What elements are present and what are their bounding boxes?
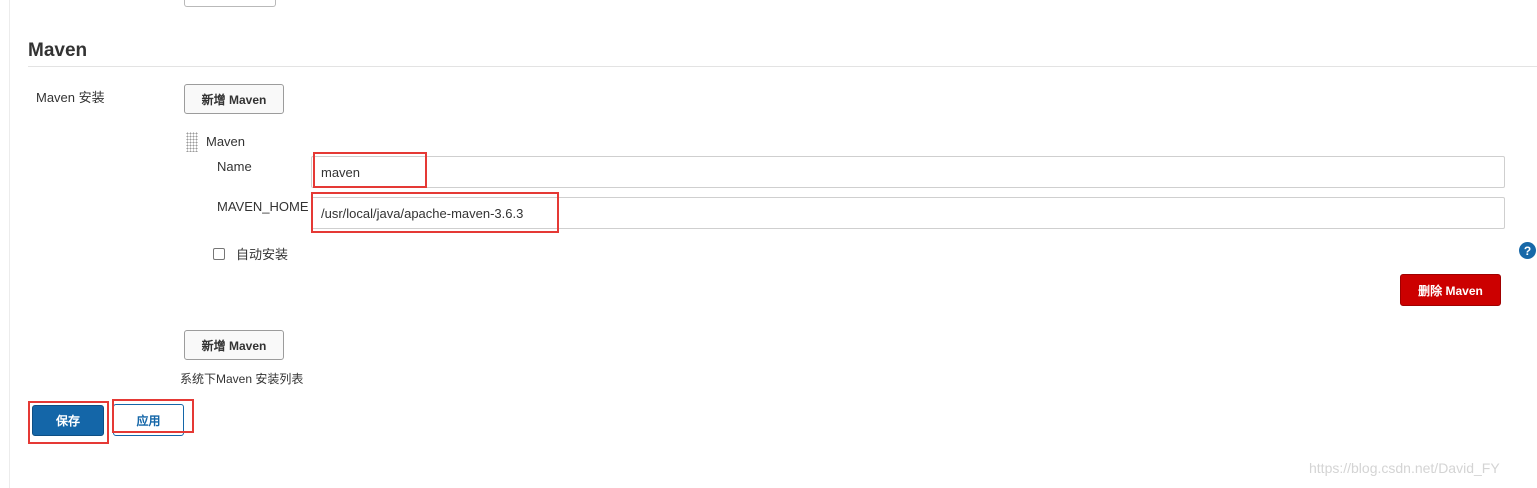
section-divider xyxy=(28,66,1537,67)
auto-install-label: 自动安装 xyxy=(236,247,289,262)
installations-description: 系统下Maven 安装列表 xyxy=(180,372,304,386)
watermark: https://blog.csdn.net/David_FY xyxy=(1309,460,1500,476)
installation-title: Maven xyxy=(206,134,246,149)
save-button[interactable]: 保存 xyxy=(32,405,104,436)
maven-home-input[interactable] xyxy=(311,197,1505,229)
auto-install-checkbox[interactable] xyxy=(213,247,225,260)
add-maven-button-top[interactable]: 新增 Maven xyxy=(184,84,284,114)
left-divider xyxy=(9,0,10,488)
apply-button[interactable]: 应用 xyxy=(113,404,184,436)
name-label: Name xyxy=(217,159,252,174)
maven-installations-label: Maven 安装 xyxy=(36,90,105,105)
name-input[interactable] xyxy=(311,156,1505,188)
delete-maven-button[interactable]: 删除 Maven xyxy=(1400,274,1501,306)
section-title: Maven xyxy=(28,40,88,61)
auto-install-option[interactable]: 自动安装 xyxy=(213,244,288,263)
maven-home-label: MAVEN_HOME xyxy=(217,199,309,214)
add-maven-button-bottom[interactable]: 新增 Maven xyxy=(184,330,284,360)
help-icon[interactable]: ? xyxy=(1519,242,1536,259)
drag-handle-icon[interactable] xyxy=(186,132,198,152)
previous-section-button[interactable] xyxy=(184,0,276,7)
maven-config-page: Maven Maven 安装 新增 Maven Maven Name MAVEN… xyxy=(0,0,1537,488)
